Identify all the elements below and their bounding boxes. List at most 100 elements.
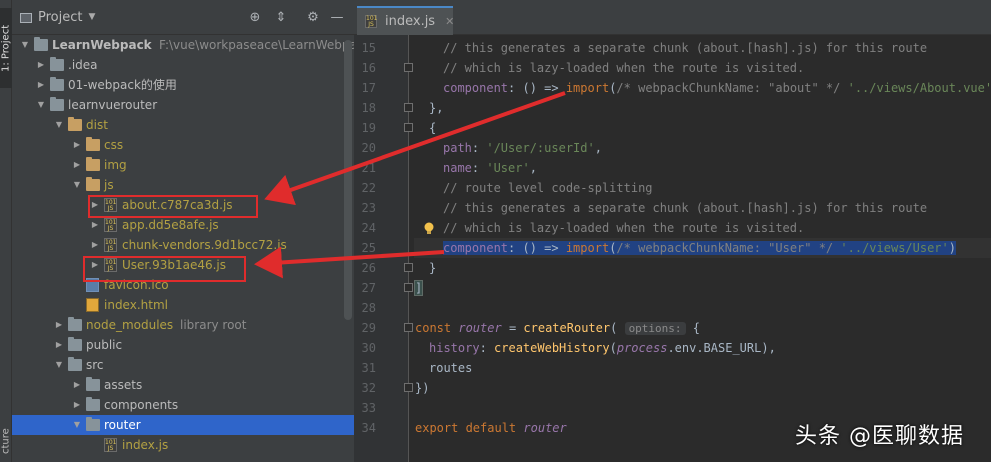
expand-down-icon[interactable]: ▼ (72, 175, 82, 195)
tree-item[interactable]: ▶ css (12, 135, 354, 155)
code-line: } (429, 261, 437, 275)
expand-right-icon[interactable]: ▶ (54, 335, 64, 355)
gear-icon[interactable]: ⚙ (306, 11, 320, 25)
tree-item-extra: library root (180, 318, 247, 332)
tree-item-label: index.js (122, 438, 169, 452)
line-number: 29 (361, 321, 376, 335)
tree-item[interactable]: ▶ 101 JS chunk-vendors.9d1bcc72.js (12, 235, 354, 255)
expand-down-icon[interactable]: ▼ (36, 95, 46, 115)
fold-marker-icon[interactable] (404, 323, 413, 332)
structure-tool-tab[interactable]: cture (0, 420, 12, 462)
fold-marker-icon[interactable] (404, 283, 413, 292)
tree-item[interactable]: ▼ learnvuerouter (12, 95, 354, 115)
tree-scrollbar[interactable] (344, 40, 352, 320)
locate-icon[interactable]: ⊕ (248, 11, 262, 25)
tree-item[interactable]: 101 JS index.js (12, 435, 354, 455)
fold-marker-icon[interactable] (404, 63, 413, 72)
code-line: // which is lazy-loaded when the route i… (443, 221, 805, 235)
tree-item[interactable]: index.html (12, 295, 354, 315)
tree-item-label: public (86, 338, 123, 352)
folder-icon (86, 417, 100, 431)
tree-item-extra: F:\vue\workpaseace\LearnWebpack (159, 38, 354, 52)
tree-item[interactable]: ▼ js (12, 175, 354, 195)
close-icon[interactable]: ✕ (445, 15, 454, 28)
tree-item-label: learnvuerouter (68, 98, 158, 112)
code-area[interactable]: // this generates a separate chunk (abou… (413, 35, 991, 462)
expand-down-icon[interactable]: ▼ (54, 115, 64, 135)
line-number: 17 (361, 81, 376, 95)
expand-right-icon[interactable]: ▶ (36, 55, 46, 75)
line-number: 19 (361, 121, 376, 135)
expand-right-icon[interactable]: ▶ (72, 395, 82, 415)
js-file-icon: 101 JS (104, 218, 117, 232)
fold-marker-icon[interactable] (404, 103, 413, 112)
folder-icon (86, 157, 100, 171)
code-line: ] (413, 280, 424, 296)
tree-item[interactable]: ▶ 101 JS app.dd5e8afe.js (12, 215, 354, 235)
tree-item[interactable]: ▶ .idea (12, 55, 354, 75)
line-number: 15 (361, 41, 376, 55)
code-line: const router = createRouter( options: { (415, 321, 701, 335)
hide-panel-icon[interactable]: — (330, 11, 344, 25)
tree-item[interactable]: ▶ img (12, 155, 354, 175)
line-number: 30 (361, 341, 376, 355)
lightbulb-icon[interactable] (423, 222, 435, 236)
expand-down-icon[interactable]: ▼ (72, 415, 82, 435)
tree-item-label: img (104, 158, 127, 172)
expand-right-icon[interactable]: ▶ (72, 375, 82, 395)
tree-item[interactable]: ▶ node_modules library root (12, 315, 354, 335)
code-line: // route level code-splitting (443, 181, 653, 195)
code-line: history: createWebHistory(process.env.BA… (429, 341, 776, 355)
editor-tab-index-js[interactable]: 101 JS index.js ✕ (357, 6, 454, 35)
fold-marker-icon[interactable] (404, 123, 413, 132)
folder-icon (50, 77, 64, 91)
line-number: 33 (361, 401, 376, 415)
fold-marker-icon[interactable] (404, 263, 413, 272)
project-panel: Project ▼ ⊕ ⇕ ⚙ — ▼ LearnWebpack F:\vue\wo… (12, 0, 354, 462)
expand-down-icon[interactable]: ▼ (54, 355, 64, 375)
tree-item[interactable]: ▶ 01-webpack的使用 (12, 75, 354, 95)
html-file-icon (86, 298, 99, 312)
highlight-box (83, 256, 246, 282)
expand-right-icon[interactable]: ▶ (90, 215, 100, 235)
expand-right-icon[interactable]: ▶ (90, 235, 100, 255)
line-number: 34 (361, 421, 376, 435)
tree-item[interactable]: ▼ LearnWebpack F:\vue\workpaseace\LearnWeb… (12, 35, 354, 55)
folder-icon (68, 337, 82, 351)
tree-item-label: src (86, 358, 104, 372)
tree-item-label: node_modules (86, 318, 174, 332)
expand-right-icon[interactable]: ▶ (54, 315, 64, 335)
code-line-selected: component: () => import(/* webpackChunkN… (414, 238, 991, 258)
code-line: name: 'User', (443, 161, 537, 175)
tree-item-label: js (104, 178, 114, 192)
tree-item[interactable]: ▼ dist (12, 115, 354, 135)
chevron-down-icon[interactable]: ▼ (88, 12, 95, 22)
fold-marker-icon[interactable] (404, 383, 413, 392)
js-file-icon: 101 JS (104, 438, 117, 452)
tree-item-label: components (104, 398, 179, 412)
line-number-gutter: 15 16 17 18 19 20 21 22 23 24 25 26 27 28 29 30 31 32 33 34 (354, 35, 413, 462)
tree-item-label: css (104, 138, 124, 152)
folder-icon (50, 57, 64, 71)
folder-icon (68, 117, 82, 131)
expand-right-icon[interactable]: ▶ (72, 155, 82, 175)
tree-item[interactable]: ▼ router (12, 415, 354, 435)
tree-item[interactable]: ▶ public (12, 335, 354, 355)
tree-item[interactable]: ▶ assets (12, 375, 354, 395)
project-panel-title[interactable]: Project (38, 10, 82, 25)
expand-right-icon[interactable]: ▶ (36, 75, 46, 95)
tool-window-strip: 1: Project cture (0, 0, 12, 462)
tree-item-label: LearnWebpack (52, 38, 152, 52)
folder-icon (68, 317, 82, 331)
code-line: }, (429, 101, 444, 115)
tree-item[interactable]: ▼ src (12, 355, 354, 375)
line-number: 25 (361, 241, 376, 255)
tree-item-label: router (104, 418, 141, 432)
expand-down-icon[interactable]: ▼ (20, 35, 30, 55)
expand-right-icon[interactable]: ▶ (72, 135, 82, 155)
collapse-all-icon[interactable]: ⇕ (274, 11, 288, 25)
folder-icon (34, 37, 48, 51)
project-tool-tab[interactable]: 1: Project (0, 8, 12, 88)
tree-item[interactable]: ▶ components (12, 395, 354, 415)
folder-icon (86, 377, 100, 391)
